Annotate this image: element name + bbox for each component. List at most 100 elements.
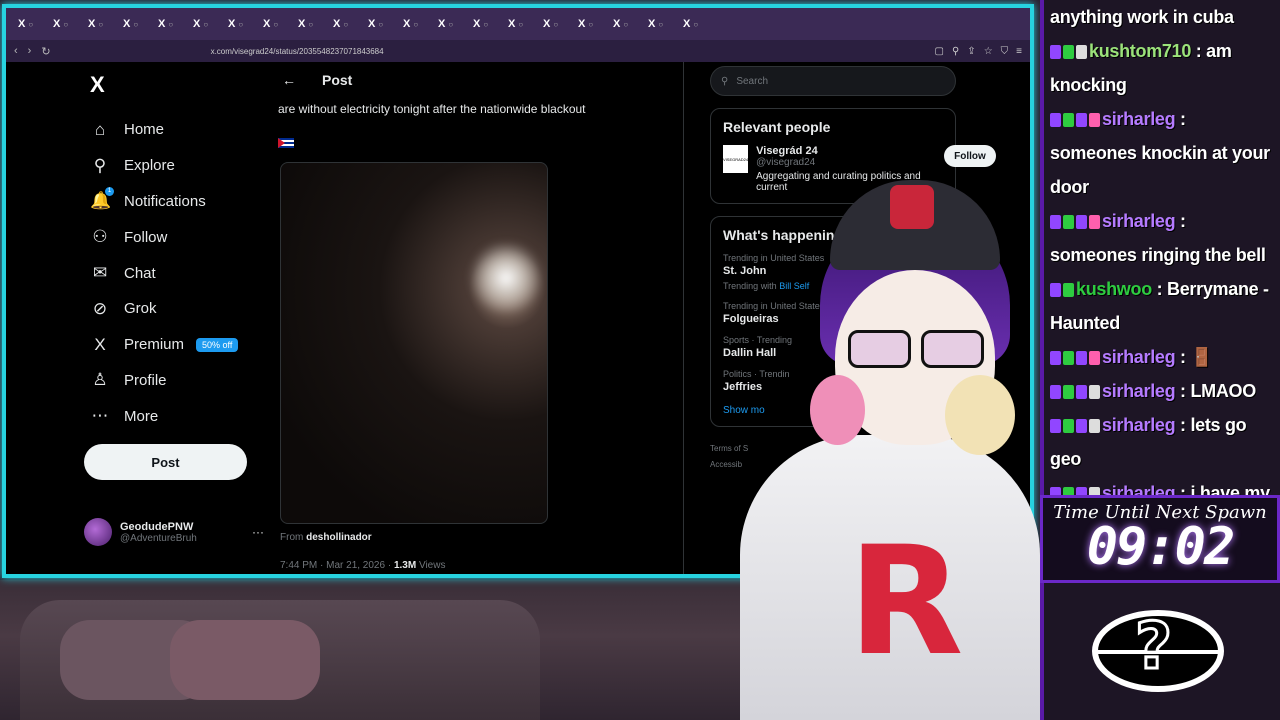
person-avatar: VISEGRAD24 xyxy=(723,145,749,173)
more-icon[interactable]: ··· xyxy=(252,525,264,539)
extension-icon[interactable]: ▢ xyxy=(935,46,944,57)
chat-username[interactable]: sirharleg xyxy=(1102,415,1176,435)
chat-username[interactable]: sirharleg xyxy=(1102,109,1176,129)
x-favicon-icon: X xyxy=(438,18,446,30)
browser-tab[interactable]: X ○ xyxy=(368,15,399,33)
x-favicon-icon: X xyxy=(368,18,376,30)
browser-tab[interactable]: X ○ xyxy=(333,15,364,33)
close-icon[interactable]: ○ xyxy=(518,20,523,29)
browser-tab[interactable]: X ○ xyxy=(613,15,644,33)
close-icon[interactable]: ○ xyxy=(308,20,313,29)
close-icon[interactable]: ○ xyxy=(413,20,418,29)
close-icon[interactable]: ○ xyxy=(168,20,173,29)
nav-item-3[interactable]: ⚇ Follow xyxy=(84,219,264,255)
nav-item-5[interactable]: ⊘ Grok xyxy=(84,291,264,327)
shield-icon[interactable]: ⛉ xyxy=(1001,46,1009,57)
close-icon[interactable]: ○ xyxy=(693,20,698,29)
browser-tab[interactable]: X ○ xyxy=(683,15,714,33)
browser-tab[interactable]: X ○ xyxy=(578,15,609,33)
close-icon[interactable]: ○ xyxy=(658,20,663,29)
chat-username[interactable]: sirharleg xyxy=(1102,347,1176,367)
account-switcher[interactable]: GeodudePNW @AdventureBruh ··· xyxy=(84,518,264,546)
menu-icon[interactable]: ≡ xyxy=(1016,46,1022,57)
browser-tab[interactable]: X ○ xyxy=(193,15,224,33)
nav-item-1[interactable]: ⚲ Explore xyxy=(84,148,264,184)
post-button[interactable]: Post xyxy=(84,444,247,481)
chat-username[interactable]: kushwoo xyxy=(1076,279,1152,299)
browser-tab[interactable]: X ○ xyxy=(228,15,259,33)
back-icon[interactable]: ‹ xyxy=(14,45,18,57)
close-icon[interactable]: ○ xyxy=(63,20,68,29)
post-timestamp[interactable]: 7:44 PM · Mar 21, 2026 · xyxy=(280,560,391,571)
nav-item-0[interactable]: ⌂ Home xyxy=(84,112,264,148)
browser-tab[interactable]: X ○ xyxy=(508,15,539,33)
close-icon[interactable]: ○ xyxy=(98,20,103,29)
browser-tab[interactable]: X ○ xyxy=(403,15,434,33)
browser-tab[interactable]: X ○ xyxy=(123,15,154,33)
chat-username[interactable]: sirharleg xyxy=(1102,483,1176,495)
close-icon[interactable]: ○ xyxy=(448,20,453,29)
follow-button[interactable]: Follow xyxy=(944,145,996,167)
chat-message: sirharleg : i have my shark icon back le… xyxy=(1044,476,1280,495)
x-favicon-icon: X xyxy=(123,18,131,30)
browser-tab[interactable]: X ○ xyxy=(438,15,469,33)
close-icon[interactable]: ○ xyxy=(588,20,593,29)
browser-tab[interactable]: X ○ xyxy=(158,15,189,33)
x-icon: X xyxy=(94,334,106,354)
browser-tab[interactable]: X ○ xyxy=(648,15,679,33)
chat-username[interactable]: sirharleg xyxy=(1102,381,1176,401)
zoom-icon[interactable]: ⚲ xyxy=(952,46,959,57)
share-icon[interactable]: ⇪ xyxy=(967,46,975,57)
close-icon[interactable]: ○ xyxy=(483,20,488,29)
nav-item-8[interactable]: ⋯ More xyxy=(84,398,264,434)
chat-badge-icon xyxy=(1050,419,1061,434)
forward-icon[interactable]: › xyxy=(28,45,32,57)
meowth-plush xyxy=(945,375,1015,455)
close-icon[interactable]: ○ xyxy=(553,20,558,29)
from-link[interactable]: deshollinador xyxy=(306,532,372,543)
search-input[interactable]: ⚲ Search xyxy=(710,66,956,96)
from-label: From xyxy=(280,532,304,543)
close-icon[interactable]: ○ xyxy=(273,20,278,29)
chat-username[interactable]: sirharleg xyxy=(1102,211,1176,231)
close-icon[interactable]: ○ xyxy=(203,20,208,29)
browser-tab[interactable]: X ○ xyxy=(88,15,119,33)
x-logo[interactable]: X xyxy=(90,72,264,98)
chat-text: : LMAOO xyxy=(1180,381,1256,401)
premium-promo-badge: 50% off xyxy=(196,337,239,352)
nav-label: Explore xyxy=(124,157,175,175)
back-arrow-icon[interactable]: ← xyxy=(282,72,296,88)
reload-icon[interactable]: ↻ xyxy=(41,45,50,58)
browser-tab[interactable]: X ○ xyxy=(473,15,504,33)
x-favicon-icon: X xyxy=(158,18,166,30)
video-source: From deshollinador xyxy=(280,532,372,543)
chat-badge-icon xyxy=(1063,215,1074,230)
spawn-timer: Time Until Next Spawn 09:02 xyxy=(1040,495,1280,583)
views-label: Views xyxy=(418,560,446,571)
nav-item-4[interactable]: ✉ Chat xyxy=(84,255,264,291)
browser-tab[interactable]: X ○ xyxy=(263,15,294,33)
x-favicon-icon: X xyxy=(648,18,656,30)
nav-label: Home xyxy=(124,121,165,139)
nav-item-6[interactable]: X Premium 50% off xyxy=(84,327,264,363)
browser-tab[interactable]: X ○ xyxy=(543,15,574,33)
nav-item-2[interactable]: 🔔 1 Notifications xyxy=(84,184,264,220)
browser-toolbar: ▢ ⚲ ⇪ ☆ ⛉ ≡ xyxy=(935,46,1022,57)
bookmark-icon[interactable]: ☆ xyxy=(984,46,993,57)
close-icon[interactable]: ○ xyxy=(378,20,383,29)
post-video[interactable] xyxy=(280,162,548,524)
close-icon[interactable]: ○ xyxy=(133,20,138,29)
browser-tab[interactable]: X ○ xyxy=(18,15,49,33)
person-name[interactable]: Visegrád 24 xyxy=(756,145,936,157)
close-icon[interactable]: ○ xyxy=(343,20,348,29)
close-icon[interactable]: ○ xyxy=(238,20,243,29)
browser-tab[interactable]: X ○ xyxy=(298,15,329,33)
browser-tab[interactable]: X ○ xyxy=(53,15,84,33)
nav-item-7[interactable]: ♙ Profile xyxy=(84,363,264,399)
page-title: Post xyxy=(322,72,353,88)
close-icon[interactable]: ○ xyxy=(623,20,628,29)
close-icon[interactable]: ○ xyxy=(28,20,33,29)
chat-username[interactable]: kushtom710 xyxy=(1089,41,1191,61)
search-icon: ⚲ xyxy=(721,75,729,87)
url-field[interactable]: x.com/visegrad24/status/2035548237071843… xyxy=(211,47,925,56)
